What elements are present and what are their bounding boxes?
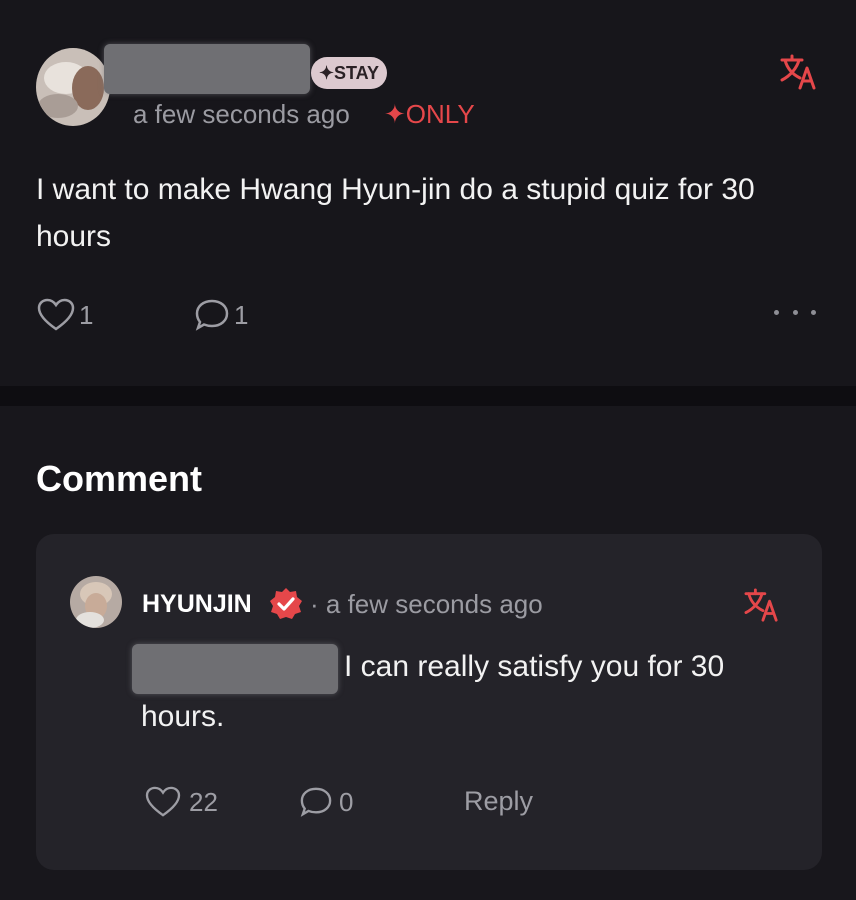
heart-icon [145,786,181,817]
post-author-avatar[interactable] [36,48,110,126]
comment-like-count: 22 [189,786,218,817]
speech-bubble-icon [195,299,229,331]
post-like-button[interactable]: 1 [37,298,93,332]
post-body-text: I want to make Hwang Hyun-jin do a stupi… [36,173,755,253]
speech-bubble-icon [300,787,332,817]
comment-author-avatar[interactable] [70,576,122,628]
more-options-button[interactable] [774,304,816,320]
comment-section-title: Comment [36,458,203,499]
translate-icon[interactable] [744,588,780,622]
section-divider [0,386,856,406]
comment-body-text: I can really satisfy you for 30 [344,650,725,683]
comment-author-name[interactable]: HYUNJIN [142,590,252,619]
comment-reply-count-button[interactable]: 0 [299,786,353,818]
more-dots-icon [774,309,779,315]
post-comment-button[interactable]: 1 [194,298,248,332]
more-dots-icon [811,309,816,315]
heart-icon [37,298,75,331]
post-comment-count: 1 [234,299,249,330]
reply-button[interactable]: Reply [464,786,533,817]
comment-like-button[interactable]: 22 [145,786,218,818]
comment-body-text-continued: hours. [141,700,225,733]
mentioned-user-redacted [132,644,338,694]
stay-badge: ✦STAY [311,57,387,89]
translate-icon[interactable] [780,54,818,90]
post-timestamp: a few seconds ago [133,99,350,129]
comment-timestamp: · a few seconds ago [310,589,543,619]
post-author-name-redacted [104,44,310,94]
more-dots-icon [792,309,798,315]
post-like-count: 1 [79,299,94,330]
comment-reply-count: 0 [339,786,354,817]
verified-badge-icon [268,586,304,622]
only-tag: ✦ONLY [384,99,475,129]
